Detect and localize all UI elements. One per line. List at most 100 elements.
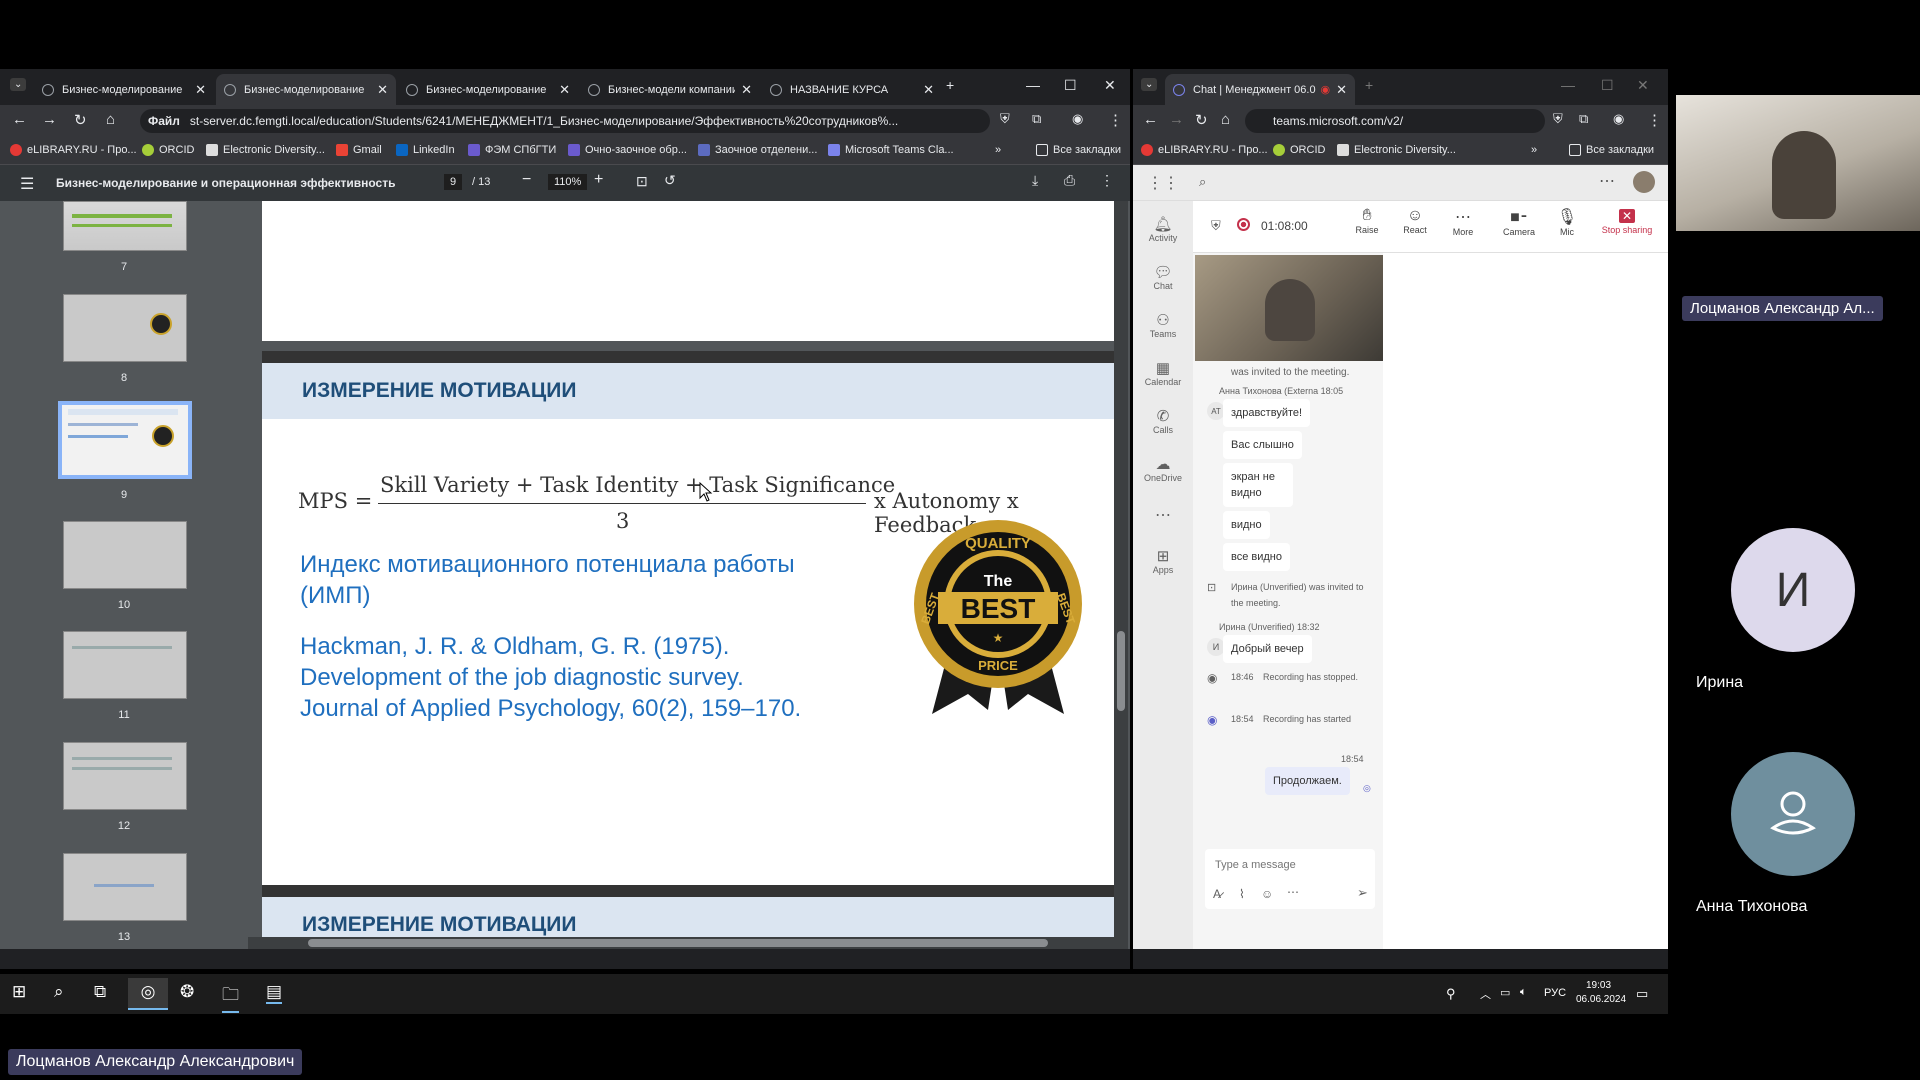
extensions-icon[interactable]: ⧉ bbox=[1032, 111, 1041, 127]
volume-icon[interactable]: 🔈︎ bbox=[1520, 986, 1527, 999]
scroll-thumb[interactable] bbox=[1117, 631, 1125, 711]
bookmark-gmail[interactable]: Gmail bbox=[336, 144, 382, 156]
file-explorer-icon[interactable]: 🗀︎ bbox=[222, 982, 239, 1013]
tab-search-icon[interactable]: ⌄ bbox=[10, 78, 27, 91]
react-button[interactable]: ☺ React bbox=[1391, 207, 1439, 235]
windows-start-icon[interactable]: ⊞ bbox=[12, 982, 26, 1002]
minimize-icon[interactable]: — bbox=[1561, 77, 1575, 93]
reload-icon[interactable]: ↻ bbox=[1195, 111, 1208, 129]
teams-url-field[interactable]: teams.microsoft.com/v2/ bbox=[1245, 109, 1545, 133]
tab-1[interactable]: Бизнес-моделирование ✕ bbox=[34, 74, 214, 105]
raise-hand-button[interactable]: ✋︎ Raise bbox=[1343, 207, 1391, 235]
fit-page-icon[interactable]: ⊡ bbox=[636, 173, 648, 190]
maximize-icon[interactable]: ☐ bbox=[1064, 77, 1077, 94]
zoom-out-icon[interactable]: − bbox=[522, 171, 531, 189]
bookmark-ochno[interactable]: Очно-заочное обр... bbox=[568, 144, 687, 156]
thumbnail-8[interactable] bbox=[63, 294, 187, 362]
mic-button[interactable]: 🎙︎ Mic bbox=[1543, 207, 1591, 237]
bookmark-linkedin[interactable]: LinkedIn bbox=[396, 144, 455, 156]
thumbnail-12[interactable] bbox=[63, 742, 187, 810]
task-view-icon[interactable]: ⧉ bbox=[94, 982, 106, 1002]
teams-tab[interactable]: Chat | Менеджмент 06.06. ◉ ✕ bbox=[1165, 74, 1355, 105]
pdf-menu-icon[interactable]: ⋮ bbox=[1100, 172, 1114, 189]
notifications-icon[interactable]: ▭ bbox=[1636, 986, 1648, 1002]
new-tab-icon[interactable]: + bbox=[1365, 77, 1373, 93]
more-options-icon[interactable]: ⋯ bbox=[1599, 171, 1615, 191]
rotate-icon[interactable]: ↺ bbox=[664, 172, 676, 189]
bookmark-electronic-diversity[interactable]: Electronic Diversity... bbox=[206, 144, 325, 156]
emoji-icon[interactable]: ☺ bbox=[1261, 887, 1273, 901]
bookmarks-overflow-icon[interactable]: » bbox=[1531, 144, 1537, 156]
clock-date[interactable]: 06.06.2024 bbox=[1576, 994, 1626, 1005]
search-icon[interactable]: ⌕ bbox=[1199, 174, 1206, 190]
profile-icon[interactable]: ◉ bbox=[1072, 111, 1083, 127]
close-window-icon[interactable]: ✕ bbox=[1637, 77, 1649, 94]
download-icon[interactable]: ⤓ bbox=[1032, 172, 1038, 189]
rail-calendar[interactable]: ▦ Calendar bbox=[1143, 359, 1183, 387]
close-tab-icon[interactable]: ✕ bbox=[559, 82, 570, 98]
url-field[interactable]: Файл st-server.dc.femgti.local/education… bbox=[140, 109, 990, 133]
profile-icon[interactable]: ◉ bbox=[1613, 111, 1624, 127]
bookmark-fem[interactable]: ФЭМ СПбГТИ bbox=[468, 144, 556, 156]
close-tab-icon[interactable]: ✕ bbox=[1336, 82, 1347, 98]
forward-icon[interactable]: → bbox=[42, 111, 57, 128]
rail-calls[interactable]: ✆ Calls bbox=[1143, 407, 1183, 435]
close-tab-icon[interactable]: ✕ bbox=[741, 82, 752, 98]
close-tab-icon[interactable]: ✕ bbox=[195, 82, 206, 98]
bookmark-orcid[interactable]: ORCID bbox=[1273, 144, 1325, 156]
hscroll-thumb[interactable] bbox=[308, 939, 1048, 947]
search-icon[interactable]: ⌕ bbox=[54, 982, 64, 1002]
bookmark-orcid[interactable]: ORCID bbox=[142, 144, 194, 156]
back-icon[interactable]: ← bbox=[1143, 111, 1158, 128]
tab-search-icon[interactable]: ⌄ bbox=[1141, 78, 1158, 91]
horizontal-scrollbar[interactable] bbox=[248, 937, 1114, 949]
shield-icon[interactable]: ⛨ bbox=[1553, 111, 1563, 127]
rail-chat[interactable]: 💬︎ Chat bbox=[1143, 263, 1183, 291]
bookmark-elibrary[interactable]: eLIBRARY.RU - Про... bbox=[10, 144, 137, 156]
app-taskbar-icon[interactable]: ❂ bbox=[180, 982, 194, 1002]
close-window-icon[interactable]: ✕ bbox=[1104, 77, 1116, 94]
more-apps-icon[interactable]: ⋯ bbox=[1143, 505, 1183, 525]
thumbnail-9[interactable] bbox=[58, 401, 192, 479]
hamburger-icon[interactable]: ☰ bbox=[20, 174, 34, 194]
zoom-input[interactable]: 110% bbox=[548, 174, 588, 190]
app-launcher-icon[interactable]: ⋮⋮ bbox=[1147, 173, 1179, 193]
home-icon[interactable]: ⌂ bbox=[1221, 111, 1230, 128]
avatar[interactable] bbox=[1633, 171, 1655, 193]
person-icon[interactable]: ⚲ bbox=[1446, 986, 1456, 1002]
clock-time[interactable]: 19:03 bbox=[1586, 980, 1611, 991]
reload-icon[interactable]: ↻ bbox=[74, 111, 87, 129]
tab-3[interactable]: Бизнес-моделирование ✕ bbox=[398, 74, 578, 105]
camera-button[interactable]: ■⁃ Camera bbox=[1495, 207, 1543, 237]
chrome-taskbar-icon[interactable]: ◎ bbox=[128, 978, 168, 1010]
print-icon[interactable]: ⎙ bbox=[1064, 172, 1075, 189]
more-compose-icon[interactable]: ⋯ bbox=[1287, 885, 1299, 899]
all-bookmarks[interactable]: Все закладки bbox=[1569, 144, 1654, 156]
rail-activity[interactable]: 🔔︎ Activity bbox=[1143, 215, 1183, 243]
format-icon[interactable]: A̷ bbox=[1213, 887, 1221, 901]
shield-icon[interactable]: ⛨ bbox=[1000, 111, 1010, 127]
tab-2-active[interactable]: Бизнес-моделирование ✕ bbox=[216, 74, 396, 105]
bookmark-zaochnoe[interactable]: Заочное отделени... bbox=[698, 144, 817, 156]
document-icon[interactable]: ▤ bbox=[266, 982, 283, 1004]
tray-arrow-icon[interactable]: ︿ bbox=[1480, 986, 1491, 1002]
zoom-in-icon[interactable]: + bbox=[594, 171, 603, 189]
thumbnail-7[interactable] bbox=[63, 201, 187, 251]
stop-sharing-button[interactable]: ✕ Stop sharing bbox=[1597, 207, 1657, 235]
tab-4[interactable]: Бизнес-модели компании ✕ bbox=[580, 74, 760, 105]
network-icon[interactable]: ▭ bbox=[1500, 986, 1510, 999]
back-icon[interactable]: ← bbox=[12, 111, 27, 128]
menu-icon[interactable]: ⋮ bbox=[1108, 111, 1123, 129]
message-placeholder[interactable]: Type a message bbox=[1215, 859, 1296, 871]
bookmark-electronic-diversity[interactable]: Electronic Diversity... bbox=[1337, 144, 1456, 156]
forward-icon[interactable]: → bbox=[1169, 111, 1184, 128]
maximize-icon[interactable]: ☐ bbox=[1601, 77, 1614, 94]
bookmarks-overflow-icon[interactable]: » bbox=[995, 144, 1001, 156]
minimize-icon[interactable]: — bbox=[1026, 77, 1040, 93]
close-tab-icon[interactable]: ✕ bbox=[923, 82, 934, 98]
vertical-scrollbar[interactable] bbox=[1114, 201, 1128, 949]
thumbnail-11[interactable] bbox=[63, 631, 187, 699]
send-icon[interactable]: ➢ bbox=[1357, 885, 1368, 901]
page-number-input[interactable]: 9 bbox=[444, 174, 463, 190]
menu-icon[interactable]: ⋮ bbox=[1647, 111, 1662, 129]
